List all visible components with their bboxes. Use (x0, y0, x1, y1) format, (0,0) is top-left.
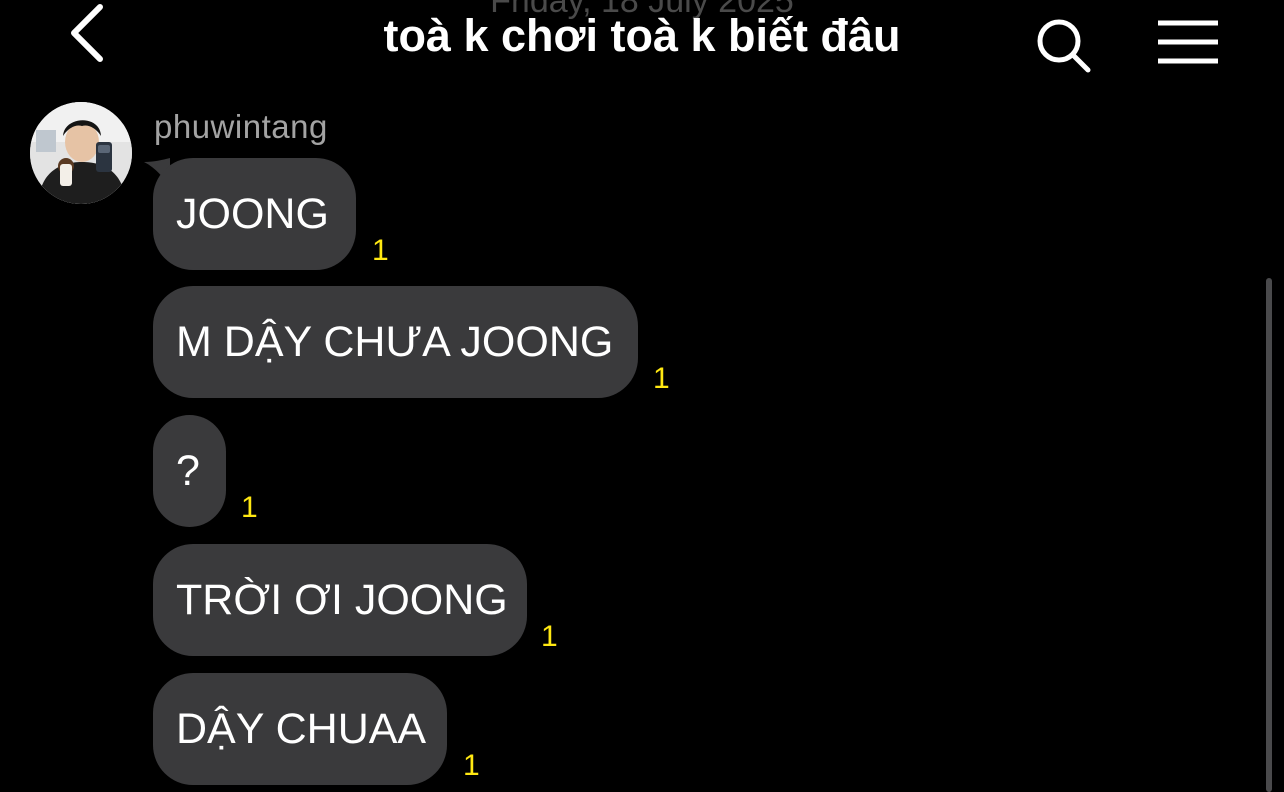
avatar[interactable] (30, 102, 132, 204)
message-text: JOONG (176, 189, 329, 238)
hamburger-menu-icon (1158, 20, 1218, 64)
message-bubble[interactable]: M DẬY CHƯA JOONG (153, 286, 638, 398)
unread-count: 1 (372, 234, 389, 267)
menu-button[interactable] (1154, 18, 1222, 68)
scrollbar[interactable] (1266, 278, 1272, 792)
message-bubble[interactable]: JOONG (153, 158, 356, 270)
message-text: ? (176, 446, 200, 495)
message-text: DẬY CHUAA (176, 704, 427, 753)
unread-count: 1 (463, 749, 480, 782)
message-bubble[interactable]: TRỜI ƠI JOONG (153, 544, 527, 656)
search-icon (1037, 19, 1091, 73)
unread-count: 1 (241, 491, 258, 524)
message-text: M DẬY CHƯA JOONG (176, 317, 614, 366)
sender-name: phuwintang (154, 108, 328, 145)
profile-photo-icon (30, 102, 132, 204)
chat-screen: Friday, 18 July 2025 toà k chơi toà k bi… (0, 0, 1284, 792)
unread-count: 1 (541, 620, 558, 653)
message-text: TRỜI ƠI JOONG (176, 575, 508, 624)
unread-count: 1 (653, 362, 670, 395)
message-bubble[interactable]: DẬY CHUAA (153, 673, 447, 785)
chat-header: toà k chơi toà k biết đâu (0, 0, 1284, 73)
back-button[interactable] (60, 2, 112, 64)
message-bubble[interactable]: ? (153, 415, 226, 527)
chat-title: toà k chơi toà k biết đâu (383, 10, 901, 61)
chevron-left-icon (71, 4, 103, 62)
search-button[interactable] (1032, 16, 1096, 76)
